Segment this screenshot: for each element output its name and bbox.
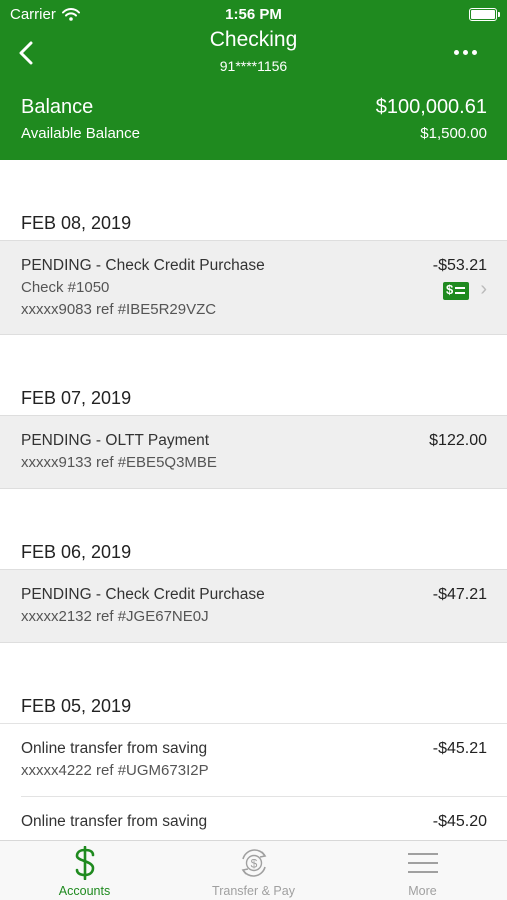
transaction-amount: -$53.21 <box>432 257 487 274</box>
tab-bar: Accounts $ Transfer & Pay More <box>0 840 507 900</box>
transaction-reference: xxxxx2132 ref #JGE67NE0J <box>21 608 209 625</box>
transaction-description: PENDING - OLTT Payment <box>21 432 210 449</box>
balance-label: Balance <box>21 96 94 118</box>
available-balance-value: $1,500.00 <box>420 125 487 142</box>
transaction-amount: -$45.21 <box>432 740 487 757</box>
transaction-amount: -$47.21 <box>432 586 487 603</box>
account-number: 91****1156 <box>219 58 288 74</box>
transaction-description: Online transfer from saving <box>21 813 208 830</box>
transaction-amount: -$45.20 <box>432 813 487 830</box>
transaction-description: Online transfer from saving <box>21 740 208 757</box>
tab-accounts[interactable]: Accounts <box>0 841 169 900</box>
date-header: FEB 05, 2019 <box>21 696 132 716</box>
balance-value: $100,000.61 <box>375 96 487 118</box>
transaction-description: PENDING - Check Credit Purchase <box>21 586 265 603</box>
tab-label: Transfer & Pay <box>212 884 295 898</box>
transaction-reference: xxxxx9083 ref #IBE5R29VZC <box>21 301 217 318</box>
date-header: FEB 08, 2019 <box>21 213 132 233</box>
transaction-row[interactable]: Online transfer from saving xxxxx4222 re… <box>0 724 507 796</box>
chevron-right-icon: › <box>480 278 487 300</box>
transaction-reference: xxxxx9133 ref #EBE5Q3MBE <box>21 454 217 471</box>
dot-icon <box>454 50 459 55</box>
available-balance-label: Available Balance <box>21 125 140 142</box>
transaction-reference: xxxxx4222 ref #UGM673I2P <box>21 762 209 779</box>
account-header: Carrier 1:56 PM Checking 91****1156 Bala… <box>0 0 507 160</box>
transaction-row[interactable]: PENDING - Check Credit Purchase xxxxx213… <box>0 569 507 643</box>
status-bar: Carrier 1:56 PM <box>0 0 507 28</box>
status-time: 1:56 PM <box>225 6 282 23</box>
dollar-icon <box>0 845 169 881</box>
tab-label: Accounts <box>58 884 111 898</box>
navigation-bar: Checking 91****1156 <box>0 28 507 80</box>
balance-row: Balance $100,000.61 <box>21 96 487 119</box>
tab-label: More <box>408 884 437 898</box>
transaction-amount: $122.00 <box>429 432 487 449</box>
transfer-pay-icon: $ <box>169 845 338 881</box>
transaction-check-number: Check #1050 <box>21 279 110 296</box>
tab-more[interactable]: More <box>338 841 507 900</box>
check-image-icon[interactable]: $ <box>443 282 469 300</box>
dot-icon <box>463 50 468 55</box>
tab-transfer-pay[interactable]: $ Transfer & Pay <box>169 841 338 900</box>
more-options-button[interactable] <box>454 50 477 55</box>
available-balance-row: Available Balance $1,500.00 <box>21 125 487 142</box>
transaction-list[interactable]: FEB 08, 2019 PENDING - Check Credit Purc… <box>0 160 507 840</box>
date-header: FEB 07, 2019 <box>21 388 132 408</box>
transaction-row[interactable]: PENDING - OLTT Payment xxxxx9133 ref #EB… <box>0 415 507 489</box>
transaction-description: PENDING - Check Credit Purchase <box>21 257 265 274</box>
transaction-row[interactable]: PENDING - Check Credit Purchase Check #1… <box>0 240 507 335</box>
menu-icon <box>338 845 507 881</box>
transaction-row[interactable]: Online transfer from saving -$45.20 <box>0 797 507 840</box>
battery-icon <box>469 8 500 21</box>
svg-text:$: $ <box>250 857 257 871</box>
dot-icon <box>472 50 477 55</box>
page-title: Checking <box>209 28 298 51</box>
date-header: FEB 06, 2019 <box>21 542 132 562</box>
